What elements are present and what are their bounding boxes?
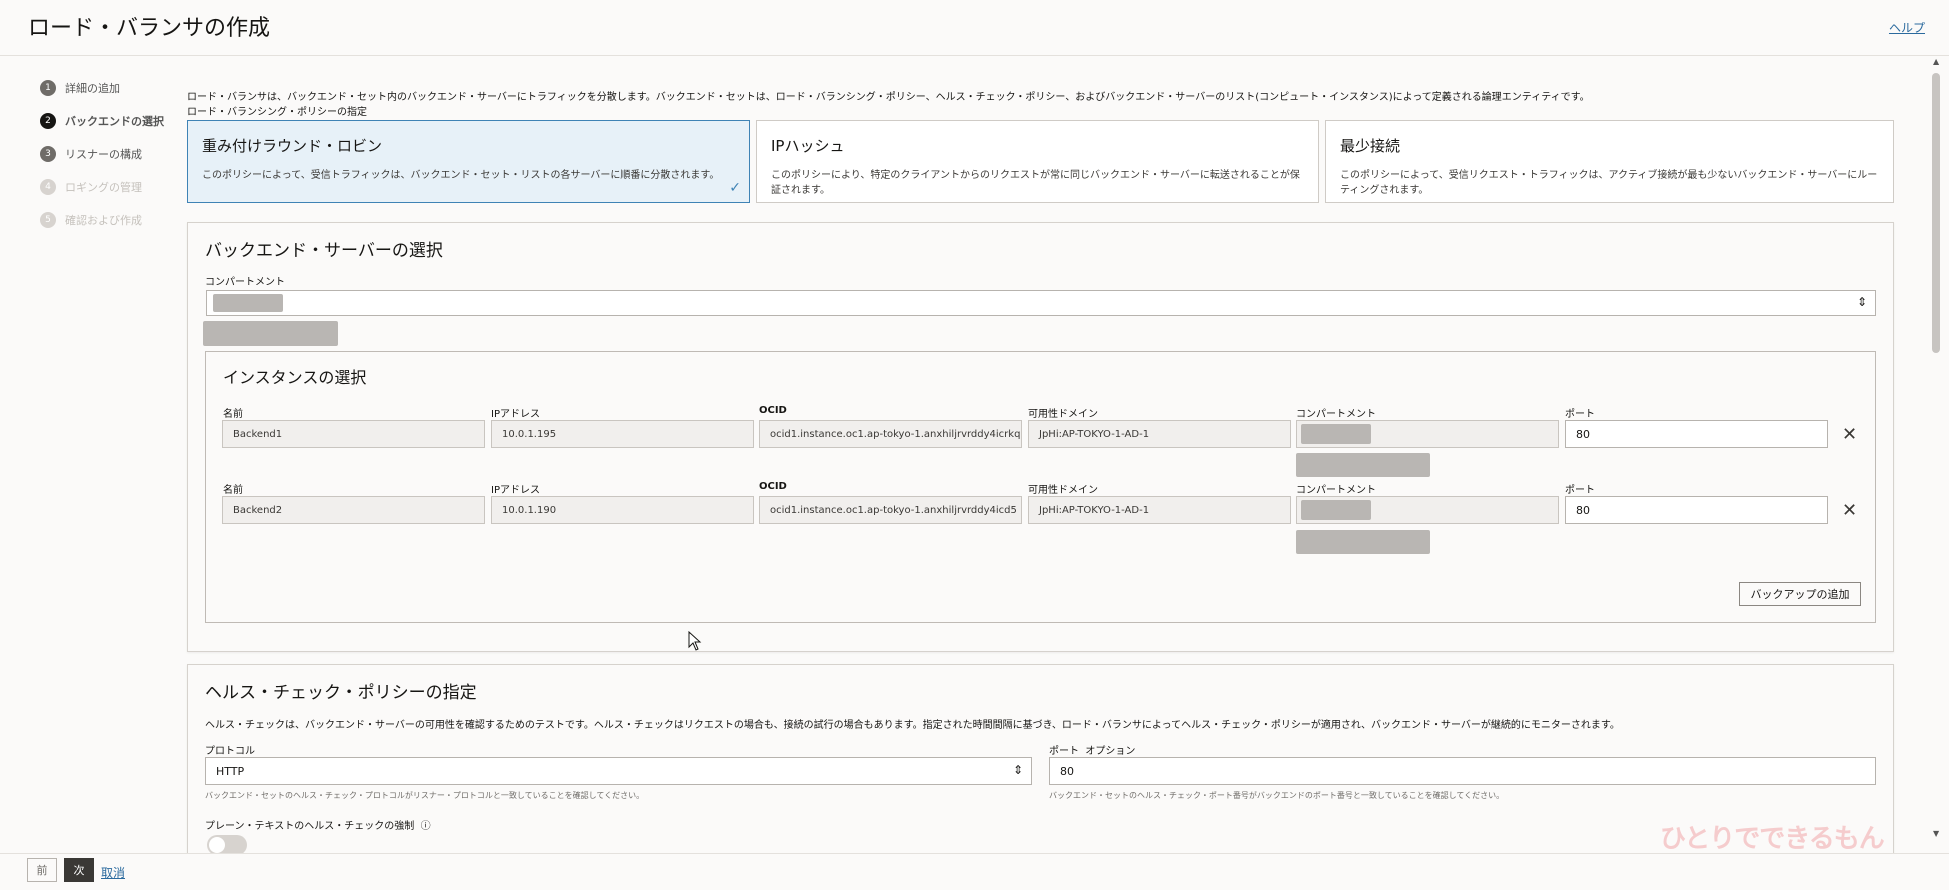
plaintext-toggle[interactable] (207, 835, 247, 853)
optional-tag: オプション (1085, 746, 1136, 757)
backend1-ocid: ocid1.instance.oc1.ap-tokyo-1.anxhiljrvr… (759, 420, 1022, 448)
scroll-up-icon[interactable]: ▲ (1933, 57, 1939, 66)
policy-card-ip-hash[interactable]: IPハッシュ このポリシーにより、特定のクライアントからのリクエストが常に同じバ… (756, 120, 1319, 203)
scroll-down-icon[interactable]: ▼ (1933, 829, 1939, 838)
col-label-ip: IPアドレス (491, 409, 540, 420)
cancel-link[interactable]: 取消 (101, 864, 125, 881)
remove-backend2-close-icon[interactable]: ✕ (1842, 500, 1857, 521)
compartment-label: コンパートメント (205, 277, 285, 288)
backend2-name: Backend2 (222, 496, 485, 524)
instances-box: インスタンスの選択 名前 IPアドレス OCID 可用性ドメイン コンパートメン… (205, 351, 1876, 623)
protocol-label: プロトコル (205, 746, 255, 757)
policy-card-least-connections[interactable]: 最少接続 このポリシーによって、受信リクエスト・トラフィックは、アクティブ接続が… (1325, 120, 1894, 203)
port-hint: バックエンド・セットのヘルス・チェック・ポート番号がバックエンドのポート番号と一… (1049, 791, 1505, 800)
col-label-name: 名前 (223, 485, 243, 496)
select-updown-icon: ⇕ (1012, 763, 1023, 777)
backend2-port-input[interactable]: 80 (1565, 496, 1828, 524)
mouse-cursor-icon (688, 631, 702, 651)
check-icon: ✓ (729, 180, 741, 196)
col-label-ad: 可用性ドメイン (1028, 485, 1098, 496)
step-add-details[interactable]: 1 詳細の追加 (40, 78, 190, 98)
info-icon[interactable]: ⓘ (421, 821, 431, 832)
policy-card-weighted-round-robin[interactable]: 重み付けラウンド・ロビン このポリシーによって、受信トラフィックは、バックエンド… (187, 120, 750, 203)
col-label-ip: IPアドレス (491, 485, 540, 496)
step-manage-logging: 4 ロギングの管理 (40, 177, 190, 197)
scrollbar-thumb[interactable] (1932, 73, 1940, 353)
help-link[interactable]: ヘルプ (1889, 19, 1925, 36)
col-label-ad: 可用性ドメイン (1028, 409, 1098, 420)
redacted-compartment-path (1296, 530, 1430, 554)
select-updown-icon: ⇕ (1856, 295, 1867, 309)
col-label-compartment: コンパートメント (1296, 409, 1376, 420)
col-label-port: ポート (1565, 485, 1595, 496)
health-description: ヘルス・チェックは、バックエンド・サーバーの可用性を確認するためのテストです。ヘ… (205, 720, 1620, 731)
plaintext-label: プレーン・テキストのヘルス・チェックの強制 ⓘ (205, 821, 431, 832)
page-scrollbar[interactable]: ▲ ▼ (1930, 57, 1942, 847)
section-title: バックエンド・サーバーの選択 (205, 241, 443, 261)
port-label: ポート オプション (1049, 746, 1136, 757)
next-button[interactable]: 次 (64, 858, 94, 882)
protocol-value: HTTP (216, 764, 245, 778)
health-check-section: ヘルス・チェック・ポリシーの指定 ヘルス・チェックは、バックエンド・サーバーの可… (187, 664, 1894, 854)
redacted-compartment-path (203, 321, 338, 346)
redacted-value (1301, 424, 1371, 444)
section-title: ヘルス・チェック・ポリシーの指定 (205, 683, 477, 703)
col-label-ocid: OCID (759, 481, 787, 492)
col-label-ocid: OCID (759, 405, 787, 416)
step-configure-listener[interactable]: 3 リスナーの構成 (40, 144, 190, 164)
backend2-ocid: ocid1.instance.oc1.ap-tokyo-1.anxhiljrvr… (759, 496, 1022, 524)
previous-button[interactable]: 前 (27, 858, 57, 882)
wizard-footer: 前 次 取消 (0, 853, 1949, 890)
backend2-ip: 10.0.1.190 (491, 496, 754, 524)
intro-text: ロード・バランサは、バックエンド・セット内のバックエンド・サーバーにトラフィック… (187, 92, 1590, 103)
policy-label: ロード・バランシング・ポリシーの指定 (187, 107, 367, 118)
watermark-logo: ひとりでできるもん (1660, 824, 1885, 854)
backend2-ad: JpHi:AP-TOKYO-1-AD-1 (1028, 496, 1291, 524)
redacted-value (1301, 500, 1371, 520)
backend1-ip: 10.0.1.195 (491, 420, 754, 448)
instances-title: インスタンスの選択 (223, 368, 367, 387)
protocol-hint: バックエンド・セットのヘルス・チェック・プロトコルがリスナー・プロトコルと一致し… (205, 791, 645, 800)
health-port-input[interactable]: 80 (1049, 757, 1876, 785)
backend1-name: Backend1 (222, 420, 485, 448)
redacted-value (213, 294, 283, 312)
backend-servers-section: バックエンド・サーバーの選択 コンパートメント ⇕ インスタンスの選択 名前 I… (187, 222, 1894, 652)
backend1-port-input[interactable]: 80 (1565, 420, 1828, 448)
col-label-compartment: コンパートメント (1296, 485, 1376, 496)
add-backup-button[interactable]: バックアップの追加 (1739, 582, 1861, 606)
step-review-create: 5 確認および作成 (40, 210, 190, 230)
backend1-ad: JpHi:AP-TOKYO-1-AD-1 (1028, 420, 1291, 448)
page-header: ロード・バランサの作成 ヘルプ (0, 0, 1949, 56)
col-label-port: ポート (1565, 409, 1595, 420)
page-title: ロード・バランサの作成 (28, 16, 271, 41)
compartment-select[interactable]: ⇕ (206, 290, 1876, 316)
backend2-compartment (1296, 496, 1559, 524)
remove-backend1-close-icon[interactable]: ✕ (1842, 424, 1857, 445)
step-choose-backends[interactable]: 2 バックエンドの選択 (40, 111, 190, 131)
backend1-compartment (1296, 420, 1559, 448)
col-label-name: 名前 (223, 409, 243, 420)
protocol-select[interactable]: HTTP ⇕ (205, 757, 1032, 785)
redacted-compartment-path (1296, 453, 1430, 477)
